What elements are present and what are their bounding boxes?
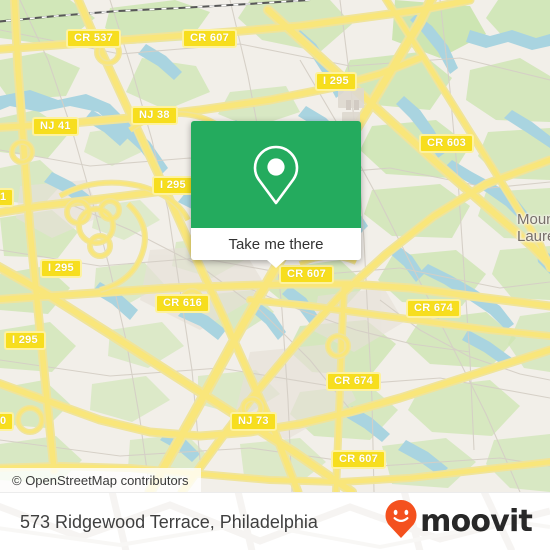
place-label: Laurel	[517, 228, 550, 245]
moovit-map-page: CR 537 CR 607 I 295 NJ 38 NJ 41 CR 603 I 295 1 I…	[0, 0, 550, 550]
location-popup-card[interactable]: Take me there	[191, 121, 361, 268]
road-shield: I 295	[152, 176, 194, 195]
road-shield: I 295	[4, 331, 46, 350]
road-shield: NJ 41	[32, 117, 79, 136]
road-shield: I 295	[40, 259, 82, 278]
take-me-there-button[interactable]: Take me there	[191, 228, 361, 268]
road-shield: CR 674	[326, 372, 382, 391]
road-shield: CR 607	[279, 265, 335, 284]
moovit-pin-smiley-icon	[384, 499, 418, 544]
road-shield: NJ 73	[230, 412, 277, 431]
map-pin-icon	[251, 143, 301, 207]
road-shield: CR 603	[419, 134, 475, 153]
page-footer: 573 Ridgewood Terrace, Philadelphia moov…	[0, 492, 550, 550]
moovit-wordmark: moovit	[420, 503, 533, 539]
place-label: Mount	[517, 211, 550, 228]
location-address: 573 Ridgewood Terrace, Philadelphia	[20, 511, 318, 532]
popup-card-tail	[267, 260, 285, 268]
map-attribution[interactable]: © OpenStreetMap contributors	[0, 468, 201, 492]
road-shield: CR 607	[331, 450, 387, 469]
take-me-there-label: Take me there	[228, 235, 324, 253]
moovit-logo[interactable]: moovit	[384, 499, 533, 544]
road-shield: CR 616	[155, 294, 211, 313]
popup-card-header	[191, 121, 361, 228]
road-shield: CR 607	[182, 29, 238, 48]
road-shield: CR 674	[406, 299, 462, 318]
road-shield: CR 537	[66, 29, 122, 48]
road-shield: 0	[0, 412, 15, 431]
road-shield: I 295	[315, 72, 357, 91]
attribution-text: © OpenStreetMap contributors	[12, 472, 189, 488]
map-canvas[interactable]: CR 537 CR 607 I 295 NJ 38 NJ 41 CR 603 I 295 1 I…	[0, 0, 550, 492]
road-shield: NJ 38	[131, 106, 178, 125]
road-shield: 1	[0, 188, 15, 207]
